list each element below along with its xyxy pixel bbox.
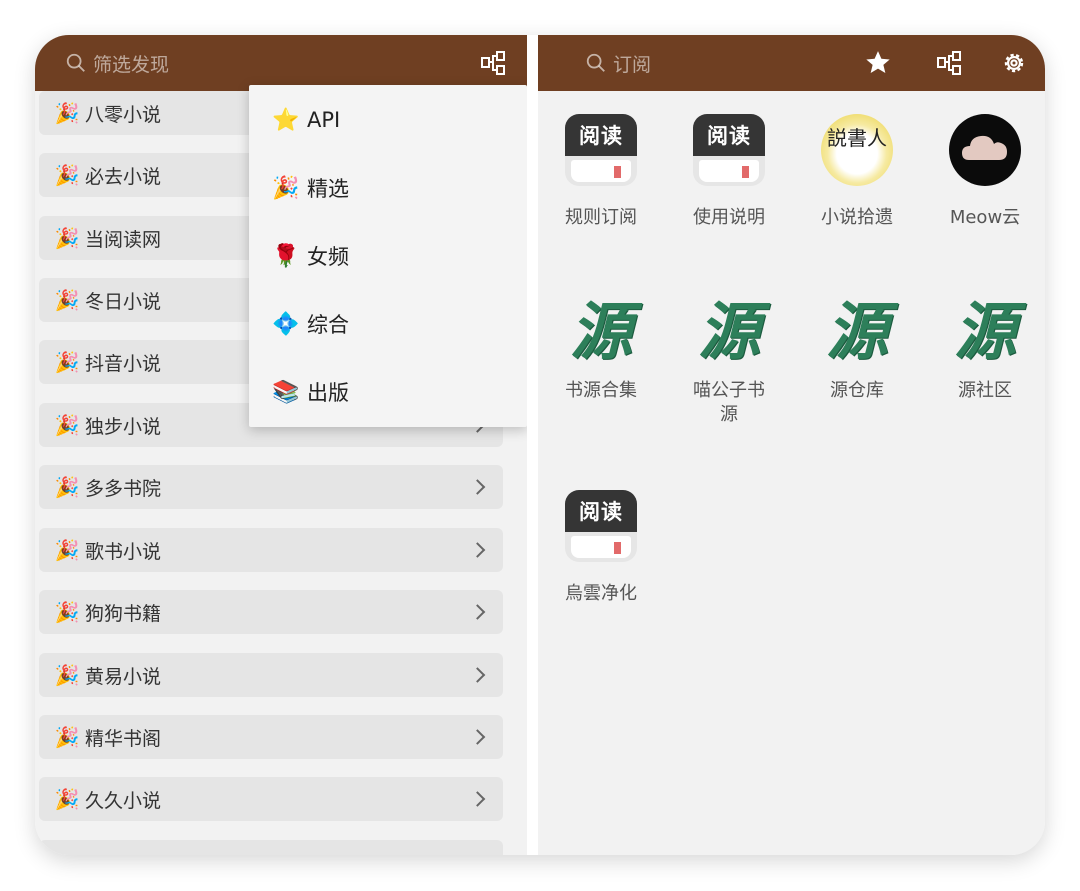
party-popper-icon: 🎉: [54, 288, 80, 312]
party-popper-icon: 🎉: [54, 600, 80, 624]
search-icon: [586, 53, 605, 72]
list-item[interactable]: 🎉 狗狗书籍: [39, 590, 503, 634]
list-item[interactable]: 🎉 黄易小说: [39, 653, 503, 697]
subscription-name: 规则订阅: [565, 207, 637, 228]
subscription-name: 喵公子书源: [693, 380, 765, 425]
category-dropdown-menu: ⭐ API 🎉 精选 🌹 女频 💠 综合 📚 出版: [249, 85, 527, 427]
list-item-label: 抖音小说: [85, 352, 162, 375]
gear-icon[interactable]: [996, 35, 1032, 91]
subscription-item[interactable]: 阅读 规则订阅: [541, 114, 661, 230]
subscription-toolbar: 订阅: [538, 35, 1045, 91]
subscription-name: Meow云: [949, 207, 1021, 228]
subscription-pane: 订阅 阅读 规则订阅 阅读 使用说明 説書人 小说拾遗 Meow云 源 书源合集…: [538, 35, 1045, 855]
party-popper-icon: 🎉: [272, 175, 300, 201]
chevron-right-icon: [469, 479, 486, 495]
party-popper-icon: 🎉: [54, 787, 80, 811]
chevron-right-icon: [469, 791, 486, 807]
subscription-item[interactable]: Meow云: [925, 114, 1045, 230]
menu-item-label: 综合: [307, 313, 349, 337]
party-popper-icon: 🎉: [54, 538, 80, 562]
list-item[interactable]: [39, 840, 503, 855]
subscription-search-placeholder: 订阅: [613, 53, 652, 76]
shuohua-logo-icon: 説書人: [821, 114, 893, 186]
list-item-label: 久久小说: [85, 789, 162, 812]
subscription-item[interactable]: 阅读 使用说明: [669, 114, 789, 230]
chevron-right-icon: [469, 542, 486, 558]
yuan-logo-icon: 源: [953, 295, 1016, 368]
discover-pane: 筛选发现 🎉 八零小说 🎉 必去小说 🎉 当阅读网 🎉 冬日小说 🎉 抖音小说 …: [35, 35, 527, 855]
subscription-name: 源仓库: [830, 380, 884, 401]
subscription-item[interactable]: 源 喵公子书源: [669, 289, 789, 427]
subscription-name: 烏雲净化: [565, 583, 637, 604]
subscription-item[interactable]: 説書人 小说拾遗: [797, 114, 917, 230]
subscription-name: 源社区: [958, 380, 1012, 401]
menu-item-featured[interactable]: 🎉 精选: [271, 168, 349, 208]
list-item[interactable]: 🎉 精华书阁: [39, 715, 503, 759]
star-icon: ⭐: [272, 107, 300, 133]
discover-toolbar: 筛选发现: [35, 35, 527, 91]
app-screenshot-frame: 筛选发现 🎉 八零小说 🎉 必去小说 🎉 当阅读网 🎉 冬日小说 🎉 抖音小说 …: [35, 35, 1045, 855]
list-item-label: 当阅读网: [85, 228, 162, 251]
subscription-name: 使用说明: [693, 207, 765, 228]
list-item[interactable]: 🎉 多多书院: [39, 465, 503, 509]
list-item-label: 冬日小说: [85, 290, 162, 313]
list-item-label: 黄易小说: [85, 665, 162, 688]
cloud-icon: [949, 114, 1021, 186]
party-popper-icon: 🎉: [54, 163, 80, 187]
subscription-item[interactable]: 源 源社区: [925, 289, 1045, 403]
menu-item-female[interactable]: 🌹 女频: [271, 236, 349, 276]
subscription-item[interactable]: 阅读 烏雲净化: [541, 490, 661, 606]
app-icon-text: 阅读: [707, 123, 751, 148]
menu-item-label: 出版: [307, 381, 349, 405]
subscription-name: 书源合集: [565, 380, 637, 401]
yuedu-app-icon: 阅读: [693, 114, 765, 186]
yuedu-app-icon: 阅读: [565, 114, 637, 186]
party-popper-icon: 🎉: [54, 101, 80, 125]
group-icon[interactable]: [476, 35, 512, 91]
discover-search-input[interactable]: 筛选发现: [65, 35, 365, 91]
subscription-name: 小说拾遗: [821, 207, 893, 228]
rose-icon: 🌹: [272, 243, 300, 269]
list-item[interactable]: 🎉 歌书小说: [39, 528, 503, 572]
list-item-label: 必去小说: [85, 165, 162, 188]
yuan-logo-icon: 源: [697, 295, 760, 368]
chevron-right-icon: [469, 729, 486, 745]
list-item-label: 狗狗书籍: [85, 602, 162, 625]
party-popper-icon: 🎉: [54, 725, 80, 749]
yuedu-app-icon: 阅读: [565, 490, 637, 562]
list-item-label: 多多书院: [85, 477, 162, 500]
party-popper-icon: 🎉: [54, 413, 80, 437]
app-icon-text: 阅读: [579, 499, 623, 524]
star-icon[interactable]: [860, 35, 896, 91]
party-popper-icon: 🎉: [54, 226, 80, 250]
chevron-right-icon: [469, 604, 486, 620]
menu-item-api[interactable]: ⭐ API: [271, 100, 340, 140]
party-popper-icon: 🎉: [54, 663, 80, 687]
menu-item-label: API: [307, 108, 341, 132]
yuan-logo-icon: 源: [569, 295, 632, 368]
logo-text: 説書人: [827, 126, 887, 150]
discover-search-placeholder: 筛选发现: [93, 53, 170, 76]
list-item-label: 八零小说: [85, 103, 162, 126]
list-item[interactable]: 🎉 久久小说: [39, 777, 503, 821]
list-item-label: 独步小说: [85, 415, 162, 438]
menu-item-label: 精选: [307, 177, 349, 201]
group-icon[interactable]: [932, 35, 968, 91]
menu-item-published[interactable]: 📚 出版: [271, 372, 349, 412]
yuan-logo-icon: 源: [825, 295, 888, 368]
books-icon: 📚: [272, 379, 300, 405]
menu-item-general[interactable]: 💠 综合: [271, 304, 349, 344]
chevron-right-icon: [469, 667, 486, 683]
menu-item-label: 女频: [307, 245, 349, 269]
party-popper-icon: 🎉: [54, 350, 80, 374]
subscription-item[interactable]: 源 源仓库: [797, 289, 917, 403]
party-popper-icon: 🎉: [54, 475, 80, 499]
subscription-item[interactable]: 源 书源合集: [541, 289, 661, 403]
list-item-label: 歌书小说: [85, 540, 162, 563]
search-icon: [66, 53, 85, 72]
app-icon-text: 阅读: [579, 123, 623, 148]
subscription-search-input[interactable]: 订阅: [585, 35, 845, 91]
diamond-icon: 💠: [272, 311, 300, 337]
list-item-label: 精华书阁: [85, 727, 162, 750]
